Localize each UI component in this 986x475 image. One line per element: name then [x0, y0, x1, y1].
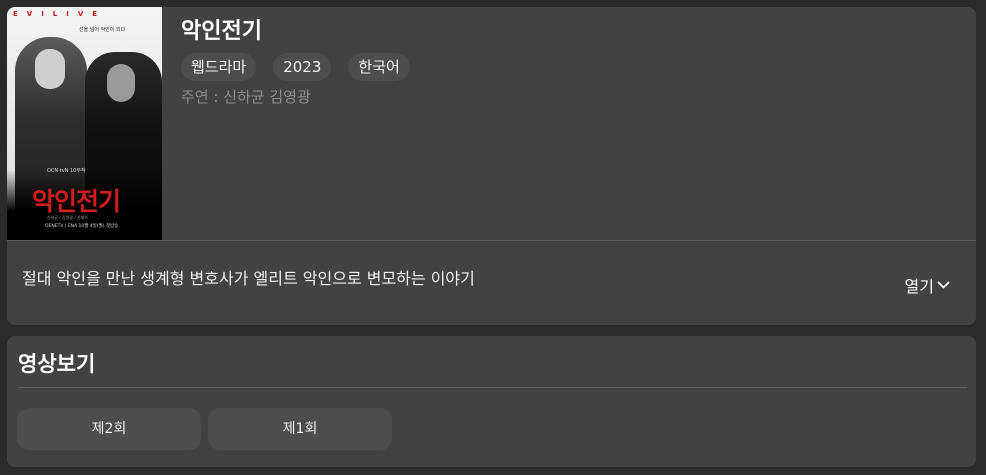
show-title: 악인전기 [181, 19, 262, 44]
expand-description-button[interactable]: 열기 [905, 273, 950, 297]
poster-logo: 악인전기 [32, 187, 121, 216]
poster-top-letters: EVILIVE [13, 10, 107, 18]
video-section: 영상보기 제2회 제1회 [7, 336, 976, 467]
video-section-title: 영상보기 [18, 352, 96, 376]
chevron-down-icon [937, 281, 950, 288]
poster-channels: OENETV | ENA 10월 4일(월) 첫방송 [45, 224, 119, 229]
poster-image: EVILIVE 선을 넘어 악인이 되다 OCN·tvN 10부작 악인전기 신… [7, 7, 162, 240]
poster-credits: 신하균 / 김영광 / 신재하 [47, 215, 88, 220]
episode-list: 제2회 제1회 [17, 408, 392, 450]
expand-label: 열기 [904, 277, 934, 296]
show-info-card: EVILIVE 선을 넘어 악인이 되다 OCN·tvN 10부작 악인전기 신… [7, 7, 976, 325]
episode-button-2[interactable]: 제2회 [17, 408, 201, 450]
show-description: 절대 악인을 만난 생계형 변호사가 엘리트 악인으로 변모하는 이야기 [22, 269, 475, 288]
cast-info: 주연 : 신하균 김영광 [181, 88, 311, 106]
tag-year: 2023 [273, 53, 332, 81]
episode-button-1[interactable]: 제1회 [208, 408, 392, 450]
tag-language: 한국어 [348, 53, 410, 81]
divider [7, 240, 976, 241]
divider [18, 387, 967, 388]
poster-subtext: OCN·tvN 10부작 [47, 168, 86, 174]
poster-tagline: 선을 넘어 악인이 되다 [79, 27, 126, 33]
tag-list: 웹드라마 2023 한국어 [181, 53, 410, 81]
tag-genre: 웹드라마 [181, 53, 257, 81]
